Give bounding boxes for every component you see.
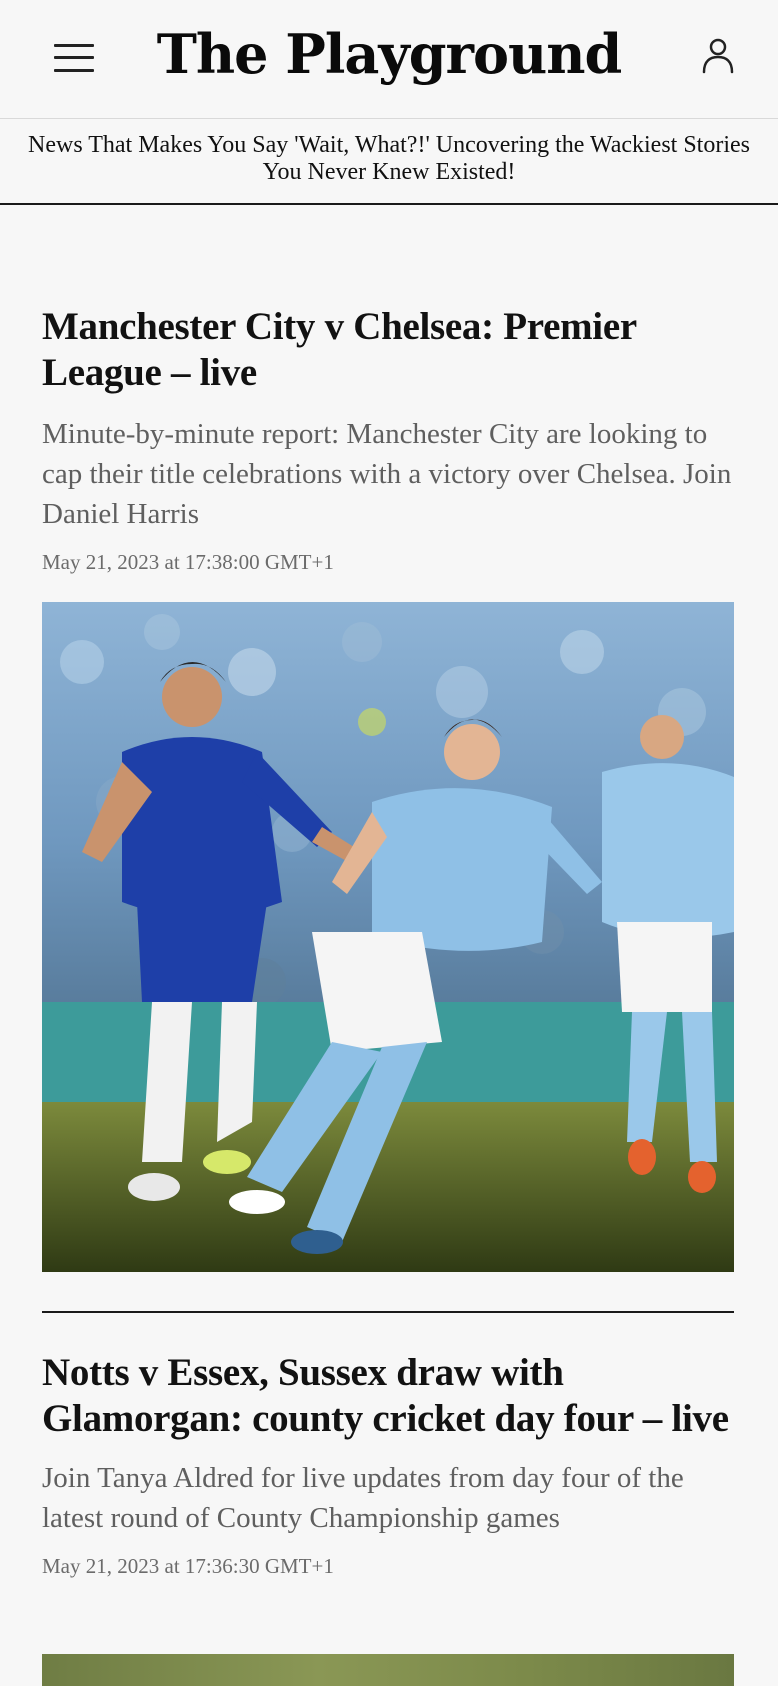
article-image[interactable]: [42, 1654, 734, 1686]
football-match-photo: [42, 602, 734, 1272]
site-header: The Playground: [0, 0, 778, 119]
hamburger-menu-icon[interactable]: [54, 42, 94, 74]
menu-bar: [54, 56, 94, 59]
article-headline[interactable]: Notts v Essex, Sussex draw with Glamorga…: [42, 1350, 734, 1442]
article-card: Manchester City v Chelsea: Premier Leagu…: [42, 304, 734, 576]
site-tagline: News That Makes You Say 'Wait, What?!' U…: [0, 119, 778, 205]
article-image[interactable]: [42, 602, 734, 1272]
article-headline[interactable]: Manchester City v Chelsea: Premier Leagu…: [42, 304, 734, 396]
user-account-icon[interactable]: [700, 36, 736, 76]
article-timestamp: May 21, 2023 at 17:36:30 GMT+1: [42, 1554, 334, 1578]
article-divider: [42, 1311, 734, 1313]
article-summary: Join Tanya Aldred for live updates from …: [42, 1462, 684, 1534]
menu-bar: [54, 69, 94, 72]
site-logo[interactable]: The Playground: [0, 18, 778, 90]
article-summary: Minute-by-minute report: Manchester City…: [42, 418, 732, 530]
article-timestamp: May 21, 2023 at 17:38:00 GMT+1: [42, 550, 334, 574]
article-card: Notts v Essex, Sussex draw with Glamorga…: [42, 1350, 734, 1580]
menu-bar: [54, 44, 94, 47]
